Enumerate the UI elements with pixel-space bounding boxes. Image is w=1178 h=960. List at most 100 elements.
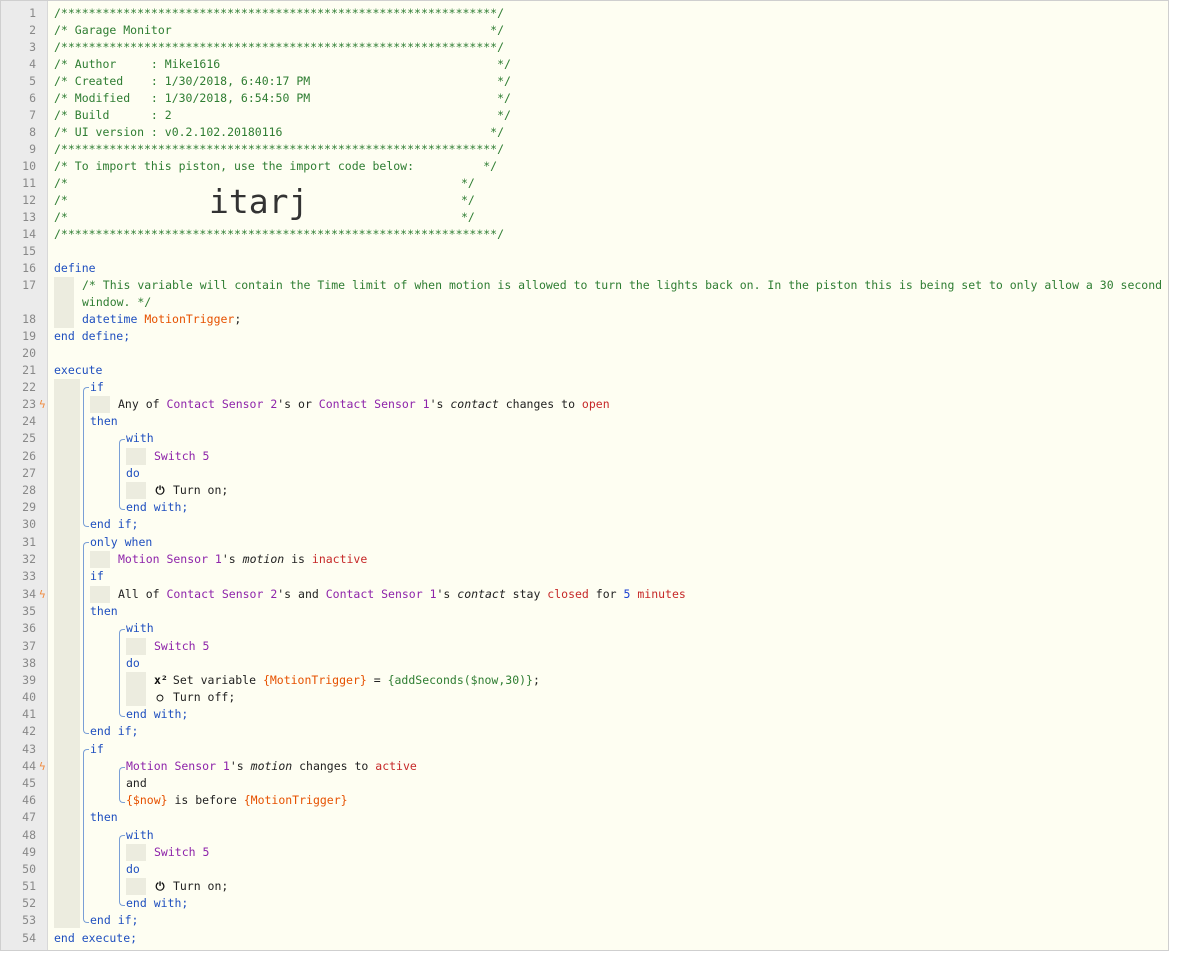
line-number: 4	[29, 57, 36, 71]
line-number: 28	[22, 483, 36, 497]
if-keyword[interactable]: if	[90, 741, 104, 758]
if-keyword[interactable]: if	[90, 568, 104, 585]
header-build: /* Build : 2 */	[54, 108, 511, 122]
condition-text: 's and	[277, 587, 326, 601]
line-number: 26	[22, 449, 36, 463]
expression: {addSeconds($now,30)}	[387, 673, 533, 687]
header-blank-close: */	[461, 176, 475, 190]
action-set-variable[interactable]: x² Set variable {MotionTrigger} = {addSe…	[154, 672, 540, 689]
line-number: 49	[22, 845, 36, 859]
device-motion-sensor-1: Motion Sensor 1	[118, 552, 222, 566]
device-switch-5[interactable]: Switch 5	[154, 638, 209, 655]
variable-name: MotionTrigger	[144, 312, 235, 326]
line-number: 19	[22, 329, 36, 343]
line-number: 30	[22, 517, 36, 531]
duration-number: 5	[623, 587, 631, 601]
line-number: 27	[22, 466, 36, 480]
device-switch-5[interactable]: Switch 5	[154, 844, 209, 861]
action-text: =	[366, 673, 388, 687]
line-number: 12	[22, 193, 36, 207]
with-block-bracket	[119, 439, 125, 510]
line-number: 23	[22, 397, 36, 411]
line-number: 9	[29, 142, 36, 156]
define-keyword[interactable]: define	[54, 260, 96, 277]
device-contact-sensor-2: Contact Sensor 2	[166, 397, 278, 411]
indent-band	[126, 448, 146, 465]
line-number: 51	[22, 879, 36, 893]
end-with-keyword: end with;	[126, 707, 189, 721]
line-number: 15	[22, 244, 36, 258]
line-number: 38	[22, 656, 36, 670]
device-motion-sensor-1: Motion Sensor 1	[126, 759, 230, 773]
condition-text: 's or	[277, 397, 319, 411]
import-code[interactable]: itarj	[209, 185, 308, 219]
trigger-condition[interactable]: All of Contact Sensor 2's and Contact Se…	[118, 586, 686, 603]
condition-text: 's	[436, 587, 458, 601]
condition-text: 's	[221, 552, 243, 566]
indent-band	[90, 586, 110, 603]
end-with-keyword: end with;	[126, 896, 189, 910]
line-number: 3	[29, 40, 36, 54]
line-number: 42	[22, 724, 36, 738]
header-ui-version: /* UI version : v0.2.102.20180116 */	[54, 125, 505, 139]
trigger-condition[interactable]: Motion Sensor 1's motion changes to acti…	[126, 758, 417, 775]
indent-band	[126, 482, 146, 499]
line-number: 10	[22, 159, 36, 173]
line-number: 34	[22, 587, 36, 601]
then-keyword: then	[90, 604, 118, 618]
execute-keyword[interactable]: execute	[54, 362, 102, 379]
line-number: 31	[22, 535, 36, 549]
indent-band	[54, 277, 74, 328]
line-number: 2	[29, 23, 36, 37]
indent-band	[126, 844, 146, 861]
line-number-gutter: 1 2 3 4 5 6 7 8 9 10 11 12 13 14 15 16 17 18 19 20 21 22 23 24 2…	[1, 1, 48, 950]
lightning-bolt-icon: ϟ	[39, 398, 46, 411]
if-block-bracket	[83, 542, 89, 734]
action-text: Set variable	[166, 673, 263, 687]
device-switch-5[interactable]: Switch 5	[154, 448, 209, 465]
header-created: /* Created : 1/30/2018, 6:40:17 PM */	[54, 74, 511, 88]
do-keyword: do	[126, 466, 140, 480]
if-keyword[interactable]: if	[90, 379, 104, 396]
condition-text: is	[284, 552, 312, 566]
line-number: 46	[22, 793, 36, 807]
action-turn-on[interactable]: ⏻ Turn on;	[154, 482, 228, 499]
with-keyword[interactable]: with	[126, 620, 154, 637]
line-number: 37	[22, 639, 36, 653]
power-icon: ⏻	[155, 483, 165, 497]
action-turn-off[interactable]: ○ Turn off;	[154, 689, 236, 706]
line-number: 22	[22, 380, 36, 394]
with-block-bracket	[119, 835, 125, 906]
indent-band	[126, 638, 146, 655]
line-number: 21	[22, 363, 36, 377]
indent-band	[90, 551, 110, 568]
restriction-condition[interactable]: Motion Sensor 1's motion is inactive	[118, 551, 367, 568]
action-text: Turn on;	[172, 483, 229, 497]
line-number: 52	[22, 896, 36, 910]
header-border: /***************************************…	[54, 40, 505, 54]
with-keyword[interactable]: with	[126, 827, 154, 844]
only-when-keyword[interactable]: only when	[90, 534, 152, 551]
lightning-bolt-icon: ϟ	[39, 760, 46, 773]
trigger-condition[interactable]: Any of Contact Sensor 2's or Contact Sen…	[118, 396, 610, 413]
condition-text: changes to	[498, 397, 582, 411]
variable-icon: x²	[154, 673, 168, 687]
line-number: 47	[22, 810, 36, 824]
condition-text: All of	[118, 587, 167, 601]
end-with-keyword: end with;	[126, 500, 189, 514]
indent-band	[126, 672, 146, 706]
duration-unit: minutes	[637, 587, 686, 601]
end-if-keyword: end if;	[90, 724, 139, 738]
condition[interactable]: {$now} is before {MotionTrigger}	[126, 792, 348, 809]
variable-declaration[interactable]: datetime MotionTrigger;	[82, 311, 241, 328]
condition-text: 's	[429, 397, 451, 411]
line-number: 44	[22, 759, 36, 773]
attribute: motion	[242, 552, 285, 566]
line-number: 5	[29, 74, 36, 88]
end-define-keyword: end define;	[54, 329, 131, 343]
end-if-keyword: end if;	[90, 913, 139, 927]
action-turn-on[interactable]: ⏻ Turn on;	[154, 878, 228, 895]
with-keyword[interactable]: with	[126, 430, 154, 447]
action-text: Turn on;	[172, 879, 229, 893]
and-operator[interactable]: and	[126, 775, 147, 792]
